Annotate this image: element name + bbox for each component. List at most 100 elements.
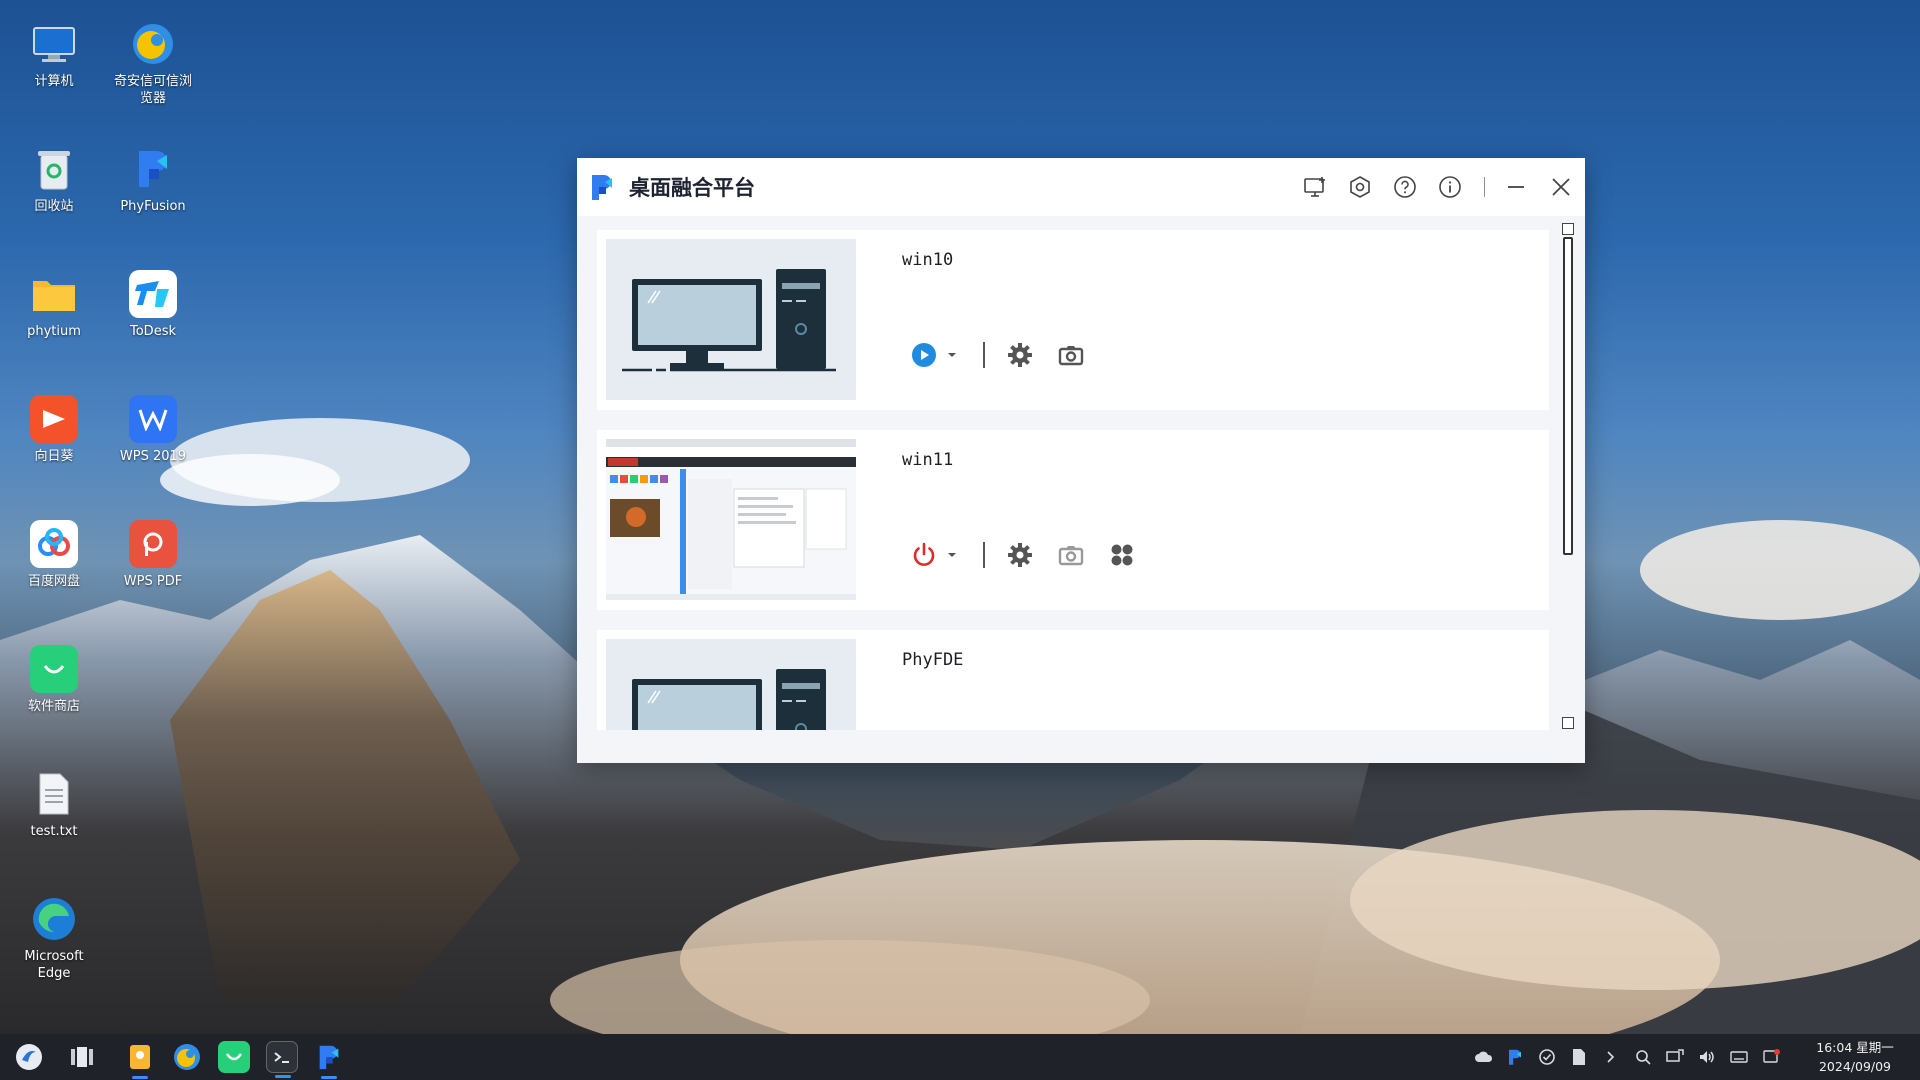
desktop-icon-label: ToDesk: [130, 324, 176, 339]
tray-check[interactable]: [1537, 1047, 1557, 1067]
vm-thumbnail[interactable]: [606, 639, 856, 730]
desktop-icon-sunlogin[interactable]: 向日葵: [4, 395, 104, 466]
snapshot-button[interactable]: [1054, 338, 1088, 372]
vm-settings-button[interactable]: [1003, 538, 1037, 572]
vm-list-scrollbar[interactable]: [1561, 223, 1575, 733]
wps-icon: [129, 395, 177, 443]
taskbar-clock[interactable]: 16:04 星期一 2024/09/09: [1800, 1038, 1910, 1076]
files-icon: [130, 1045, 150, 1069]
desktop-computer-icon: [622, 269, 836, 372]
start-vm-button[interactable]: [907, 338, 941, 372]
start-menu-button[interactable]: [13, 1041, 45, 1073]
tray-expand[interactable]: [1601, 1047, 1621, 1067]
task-view-icon: [71, 1047, 93, 1067]
desktop-icon-qianxin-browser[interactable]: 奇安信可信浏览器: [103, 20, 203, 108]
taskbar-files-button[interactable]: [124, 1041, 156, 1079]
desktop-icon-phytium-folder[interactable]: phytium: [4, 270, 104, 341]
vm-card-win10[interactable]: win10: [597, 230, 1549, 410]
document-icon: [1573, 1049, 1585, 1065]
taskbar-browser-button[interactable]: [171, 1041, 203, 1073]
taskbar-phyfusion-button[interactable]: [313, 1041, 345, 1079]
desktop-icon-label: 计算机: [34, 74, 74, 89]
desktop-icon-label: 百度网盘: [27, 574, 80, 589]
vm-settings-button[interactable]: [1003, 338, 1037, 372]
desktop-icon-computer[interactable]: 计算机: [4, 20, 104, 91]
add-desktop-icon: [1304, 177, 1325, 197]
tray-phyfusion[interactable]: [1505, 1047, 1525, 1067]
clock-time: 16:04 星期一: [1816, 1040, 1894, 1055]
desktop-icon-wps-pdf[interactable]: WPS PDF: [103, 520, 203, 591]
clock-date: 2024/09/09: [1818, 1059, 1892, 1074]
tray-volume[interactable]: [1697, 1047, 1717, 1067]
keyboard-icon: [1730, 1051, 1748, 1063]
folder-icon: [30, 270, 78, 318]
computer-icon: [30, 20, 78, 68]
desktop-icon-label: 奇安信可信浏览器: [113, 74, 192, 106]
toolbar-separator: [1484, 177, 1485, 197]
tray-screen-share[interactable]: [1665, 1047, 1685, 1067]
app-grid-button[interactable]: [1105, 538, 1139, 572]
screenshot-preview-icon: [606, 439, 856, 600]
desktop-icon-label: 向日葵: [34, 449, 74, 464]
settings-icon: [1350, 176, 1370, 198]
phyfusion-icon: [129, 145, 177, 193]
window-titlebar[interactable]: 桌面融合平台: [577, 158, 1585, 216]
power-options-dropdown[interactable]: [945, 548, 959, 562]
scroll-thumb[interactable]: [1563, 237, 1573, 555]
desktop-icon-label: phytium: [27, 324, 81, 339]
help-button[interactable]: [1391, 173, 1419, 201]
minimize-button[interactable]: [1502, 173, 1530, 201]
info-button[interactable]: [1436, 173, 1464, 201]
qianxin-browser-icon: [129, 20, 177, 68]
desktop-icon-todesk[interactable]: ToDesk: [103, 270, 203, 341]
power-off-vm-button[interactable]: [907, 538, 941, 572]
camera-icon: [1058, 346, 1084, 366]
desktop-icon-edge[interactable]: Microsoft Edge: [4, 895, 104, 983]
vm-card-phyfde[interactable]: PhyFDE: [597, 630, 1549, 730]
tray-notifications[interactable]: [1761, 1047, 1781, 1067]
start-menu-icon: [16, 1044, 42, 1070]
tray-cloud[interactable]: [1474, 1047, 1494, 1067]
desktop-icon-baidu-netdisk[interactable]: 百度网盘: [4, 520, 104, 591]
vm-list[interactable]: win10 win11 PhyFDE: [597, 230, 1552, 730]
search-icon: [1636, 1050, 1651, 1065]
scroll-up-arrow[interactable]: [1562, 223, 1574, 235]
vm-card-win11[interactable]: win11: [597, 430, 1549, 610]
play-icon: [912, 343, 936, 367]
desktop-icon-phyfusion[interactable]: PhyFusion: [103, 145, 203, 216]
screen-share-icon: [1666, 1049, 1684, 1062]
taskbar-store-button[interactable]: [218, 1041, 250, 1073]
taskbar-terminal-button[interactable]: [266, 1041, 298, 1078]
window-title: 桌面融合平台: [629, 176, 755, 200]
tray-search[interactable]: [1633, 1047, 1653, 1067]
actions-separator: [983, 542, 985, 568]
settings-button[interactable]: [1346, 173, 1374, 201]
task-view-button[interactable]: [66, 1041, 98, 1073]
desktop-icon-label: test.txt: [30, 824, 78, 839]
add-desktop-button[interactable]: [1301, 173, 1329, 201]
close-button[interactable]: [1547, 173, 1575, 201]
tray-keyboard[interactable]: [1729, 1047, 1749, 1067]
vm-screenshot-thumbnail[interactable]: [606, 439, 856, 600]
running-indicator: [321, 1076, 337, 1079]
vm-name: PhyFDE: [902, 650, 964, 670]
desktop-computer-icon: [632, 669, 826, 730]
scroll-down-arrow[interactable]: [1562, 717, 1574, 729]
desktop-icon-label: 软件商店: [27, 699, 80, 714]
desktop-icon-recycle-bin[interactable]: 回收站: [4, 145, 104, 216]
vm-thumbnail[interactable]: [606, 239, 856, 400]
notification-icon: [1763, 1049, 1780, 1063]
snapshot-button[interactable]: [1054, 538, 1088, 572]
caret-down-icon: [948, 353, 956, 357]
tray-document[interactable]: [1569, 1047, 1589, 1067]
software-store-icon: [226, 1053, 242, 1061]
taskbar: 16:04 星期一 2024/09/09: [0, 1034, 1920, 1080]
desktop-icon-software-store[interactable]: 软件商店: [4, 645, 104, 716]
desktop-icon-test-txt[interactable]: test.txt: [4, 770, 104, 841]
power-icon: [913, 542, 935, 566]
phyfusion-logo-icon: [592, 175, 612, 200]
start-options-dropdown[interactable]: [945, 348, 959, 362]
actions-separator: [983, 342, 985, 368]
desktop-icon-label: WPS PDF: [123, 574, 183, 589]
desktop-icon-wps[interactable]: WPS 2019: [103, 395, 203, 466]
